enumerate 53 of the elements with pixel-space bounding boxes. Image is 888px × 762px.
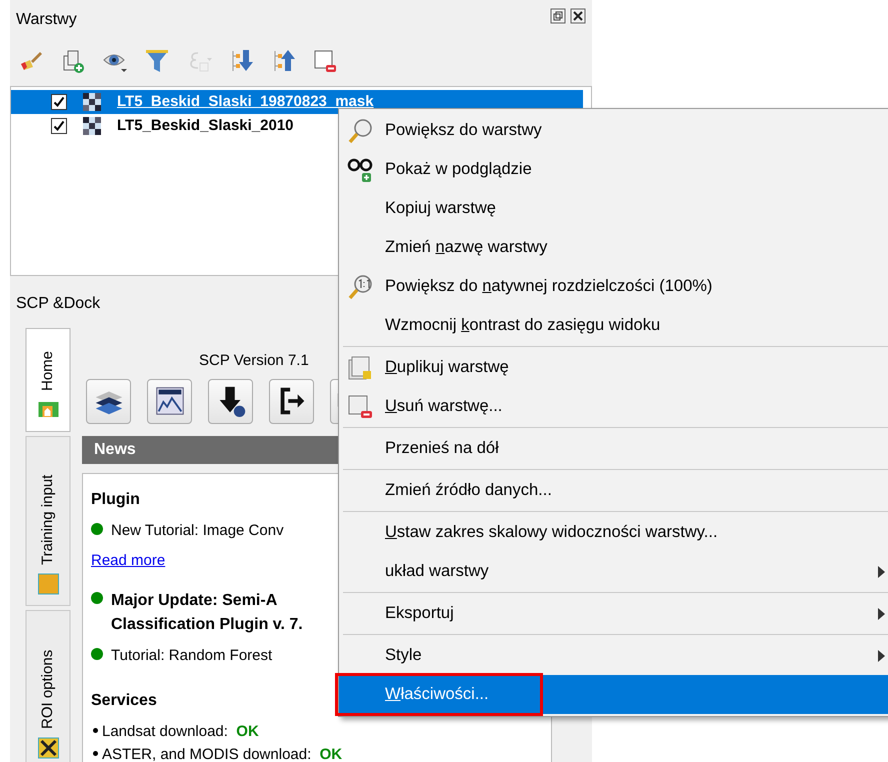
dock-title: SCP &Dock — [16, 295, 100, 312]
raster-icon — [83, 93, 101, 111]
menu-item[interactable]: Powiększ do warstwy — [339, 111, 888, 150]
zoom-icon — [347, 274, 373, 300]
menu-item[interactable]: Kopiuj warstwę — [339, 189, 888, 228]
menu-item[interactable]: Ustaw zakres skalowy widoczności warstwy... — [339, 513, 888, 552]
glasses-icon — [347, 157, 373, 183]
menu-item[interactable]: Powiększ do natywnej rozdzielczości (100%) — [339, 267, 888, 306]
checkbox[interactable] — [51, 118, 67, 134]
tool-button[interactable] — [269, 378, 314, 424]
menu-item[interactable]: Style — [339, 636, 888, 675]
service-status: Landsat download: OK — [102, 722, 259, 742]
checkbox[interactable] — [51, 94, 67, 110]
duplicate-icon — [347, 355, 373, 381]
menu-item[interactable]: Wzmocnij kontrast do zasięgu widoku — [339, 306, 888, 345]
float-icon[interactable] — [550, 8, 566, 24]
bullet-icon — [93, 728, 98, 734]
section-heading: Plugin — [91, 490, 140, 508]
side-tab[interactable]: Training input — [26, 436, 70, 606]
panel-title: Warstwy — [16, 10, 77, 30]
service-status: ASTER, and MODIS download: OK — [102, 744, 342, 762]
menu-item[interactable]: układ warstwy — [339, 552, 888, 591]
zoom-icon — [347, 118, 373, 144]
menu-item[interactable]: Duplikuj warstwę — [339, 348, 888, 387]
close-icon[interactable] — [570, 8, 586, 24]
tools-icon — [37, 737, 60, 759]
side-tab[interactable]: ROI options — [26, 610, 70, 762]
menu-item[interactable]: Eksportuj — [339, 594, 888, 633]
bullet-dot — [91, 648, 103, 660]
bullet-dot — [91, 522, 103, 534]
news-item: New Tutorial: Image Conv — [111, 520, 284, 540]
layer-name: LT5_Beskid_Slaski_2010 — [117, 116, 294, 136]
bullet-dot — [91, 592, 103, 604]
remove-layer-icon[interactable] — [312, 48, 338, 74]
bullet-icon — [93, 750, 98, 756]
news-item: Tutorial: Random Forest — [111, 646, 272, 666]
raster-icon — [83, 117, 101, 135]
read-more-link[interactable]: Read more — [91, 552, 166, 569]
menu-item[interactable]: Pokaż w podglądzie — [339, 150, 888, 189]
menu-item[interactable]: Usuń warstwę... — [339, 387, 888, 426]
filter-icon[interactable] — [144, 48, 170, 74]
news-item: Major Update: Semi-A Classification Plugin v. 7. — [111, 590, 303, 634]
tool-button[interactable] — [147, 378, 192, 424]
square-icon — [37, 573, 60, 595]
layer-name: LT5_Beskid_Slaski_19870823_mask — [117, 92, 374, 112]
section-heading: Services — [91, 692, 157, 709]
tool-button[interactable] — [208, 378, 253, 424]
remove-layer-icon — [347, 394, 373, 420]
menu-item[interactable]: Zmień źródło danych... — [339, 471, 888, 510]
tool-button[interactable] — [86, 378, 131, 424]
menu-item[interactable]: Zmień nazwę warstwy — [339, 228, 888, 267]
version-label: SCP Version 7.1 — [199, 352, 309, 369]
side-tab[interactable]: Home — [26, 328, 70, 432]
